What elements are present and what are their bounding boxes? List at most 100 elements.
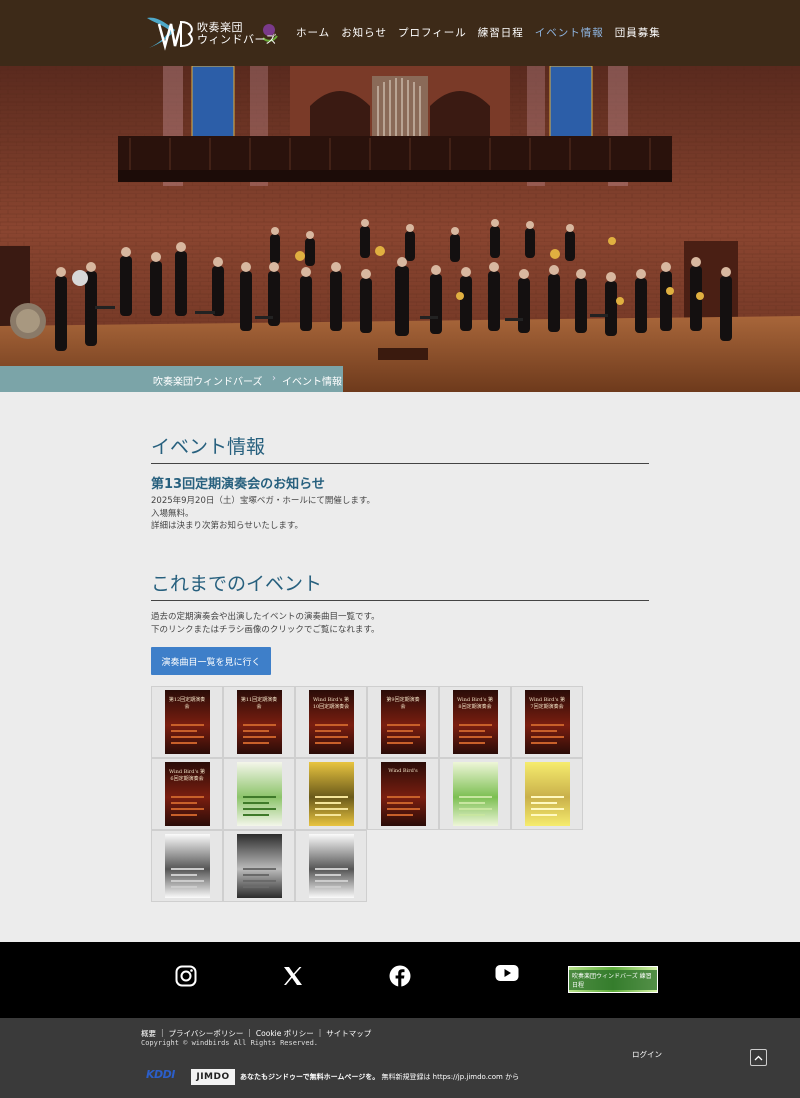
flyer-text-line	[458, 796, 492, 798]
announcement-line: 2025年9月20日（土）宝塚ベガ・ホールにて開催します。	[151, 496, 376, 506]
flyer-thumbnail[interactable]	[223, 758, 295, 830]
flyer-thumbnail[interactable]: 第9回定期演奏会	[367, 686, 439, 758]
flyer-text-line	[242, 802, 269, 804]
flyer-text-line	[458, 802, 485, 804]
footer-link-sitemap[interactable]: サイトマップ	[326, 1028, 371, 1039]
flyer-text-line	[458, 742, 485, 744]
flyer-image	[308, 834, 354, 898]
past-events-description: 過去の定期演奏会や出演したイベントの演奏曲目一覧です。 下のリンクまたはチラシ画…	[151, 611, 380, 636]
concert-announcement-title: 第13回定期演奏会のお知らせ	[151, 477, 325, 492]
youtube-icon[interactable]	[495, 964, 519, 982]
chevron-up-icon	[754, 1055, 763, 1060]
flyer-image: Wind Bird's	[380, 762, 426, 826]
flyer-text-line	[314, 814, 341, 816]
flyer-text-line	[242, 814, 269, 816]
promo-rest: 無料新規登録は https://jp.jimdo.com から	[379, 1073, 520, 1081]
flyer-thumbnail[interactable]	[223, 830, 295, 902]
practice-schedule-banner[interactable]: 吹奏楽団ウィンドバーズ 練習日程	[568, 966, 658, 993]
flyer-text-line	[170, 808, 204, 810]
site-logo[interactable]: 吹奏楽団 ウィンドバーズ	[145, 10, 280, 54]
footer-link-separator: |	[161, 1028, 164, 1037]
nav-news[interactable]: お知らせ	[341, 25, 387, 40]
footer-link-cookie[interactable]: Cookie ポリシー	[256, 1028, 314, 1039]
footer-link-privacy[interactable]: プライバシーポリシー	[169, 1028, 244, 1039]
flyer-text-line	[170, 814, 197, 816]
footer-link-about[interactable]: 概要	[141, 1028, 156, 1039]
flyer-text-line	[242, 742, 269, 744]
flyer-thumbnail[interactable]: Wind Bird's 第7回定期演奏会	[511, 686, 583, 758]
flyer-text-line	[386, 730, 413, 732]
flyer-image	[452, 762, 498, 826]
instagram-icon[interactable]	[175, 965, 197, 987]
section-title-past-events: これまでのイベント	[151, 573, 323, 595]
flyer-thumbnail[interactable]: Wind Bird's 第6回定期演奏会	[151, 758, 223, 830]
breadcrumb-separator: ›	[272, 373, 276, 384]
flyer-text-line	[170, 742, 197, 744]
flyer-text-line	[242, 886, 269, 888]
footer-link-separator: |	[318, 1028, 322, 1037]
x-icon[interactable]	[282, 965, 304, 987]
jimdo-promo-text[interactable]: あなたもジンドゥーで無料ホームページを。 無料新規登録は https://jp.…	[240, 1072, 519, 1082]
flyer-text-line	[314, 736, 348, 738]
nav-events[interactable]: イベント情報	[535, 25, 604, 40]
nav-profile[interactable]: プロフィール	[398, 25, 467, 40]
flyer-thumbnail[interactable]	[151, 830, 223, 902]
nav-recruit[interactable]: 団員募集	[615, 25, 661, 40]
banner-label: 吹奏楽団ウィンドバーズ 練習日程	[569, 969, 657, 990]
login-link[interactable]: ログイン	[632, 1049, 662, 1060]
flyer-text-line	[386, 802, 413, 804]
flyer-image: Wind Bird's 第6回定期演奏会	[164, 762, 210, 826]
breadcrumb-home-link[interactable]: 吹奏楽団ウィンドバーズ	[153, 373, 263, 388]
flyer-image: 第11回定期演奏会	[236, 690, 282, 754]
hero-image	[0, 66, 800, 392]
flyer-title: Wind Bird's 第8回定期演奏会	[456, 697, 494, 710]
scroll-to-top-button[interactable]	[750, 1049, 767, 1066]
social-footer: 吹奏楽団ウィンドバーズ 練習日程	[0, 942, 800, 1018]
flyer-thumbnail[interactable]	[295, 830, 367, 902]
flyer-text-line	[242, 724, 276, 726]
flyer-thumbnail[interactable]: 第11回定期演奏会	[223, 686, 295, 758]
flyer-title: 第11回定期演奏会	[240, 697, 278, 710]
flyer-text-line	[314, 802, 341, 804]
flyer-text-line	[170, 886, 197, 888]
flyer-thumbnail[interactable]	[439, 758, 511, 830]
section-divider	[151, 463, 649, 464]
flyer-thumbnail[interactable]	[511, 758, 583, 830]
flyer-text-line	[458, 808, 492, 810]
flyer-text-line	[242, 730, 269, 732]
logo-text-line2: ウィンドバーズ	[197, 33, 277, 46]
flyer-text-line	[530, 814, 557, 816]
facebook-icon[interactable]	[389, 965, 411, 987]
flyer-text-line	[242, 796, 276, 798]
nav-home[interactable]: ホーム	[296, 25, 330, 40]
flyer-text-line	[242, 880, 276, 882]
flyer-thumbnail[interactable]: Wind Bird's	[367, 758, 439, 830]
jimdo-logo[interactable]: JIMDO	[191, 1069, 235, 1085]
promo-bold: あなたもジンドゥーで無料ホームページを。	[240, 1073, 380, 1081]
breadcrumb: 吹奏楽団ウィンドバーズ › イベント情報	[0, 366, 343, 392]
flyer-text-line	[170, 730, 197, 732]
flyer-title: Wind Bird's	[388, 768, 418, 774]
flyer-thumbnail[interactable]: Wind Bird's 第10回定期演奏会	[295, 686, 367, 758]
copyright-text: Copyright © windbirds All Rights Reserve…	[141, 1039, 319, 1047]
flyer-text-line	[530, 808, 564, 810]
flyer-text-line	[530, 736, 564, 738]
main-nav: ホーム お知らせ プロフィール 練習日程 イベント情報 団員募集	[296, 25, 661, 40]
flyer-text-line	[314, 880, 348, 882]
flyer-text-line	[386, 736, 420, 738]
flyer-thumbnail[interactable]: Wind Bird's 第8回定期演奏会	[439, 686, 511, 758]
nav-practice[interactable]: 練習日程	[478, 25, 524, 40]
footer-link-separator: |	[248, 1028, 251, 1037]
view-setlist-button[interactable]: 演奏曲目一覧を見に行く	[151, 647, 271, 675]
site-footer: 概要 | プライバシーポリシー | Cookie ポリシー | サイトマップ C…	[0, 1018, 800, 1098]
flyer-text-line	[386, 724, 420, 726]
flyer-thumbnail[interactable]: 第12回定期演奏会	[151, 686, 223, 758]
kddi-logo[interactable]: KDDI	[146, 1068, 175, 1081]
flyer-text-line	[170, 874, 197, 876]
flyer-image	[164, 834, 210, 898]
flyer-thumbnail[interactable]	[295, 758, 367, 830]
flyer-image	[524, 762, 570, 826]
section-divider	[151, 600, 649, 601]
flyer-text-line	[170, 796, 204, 798]
flyer-text-line	[530, 802, 557, 804]
